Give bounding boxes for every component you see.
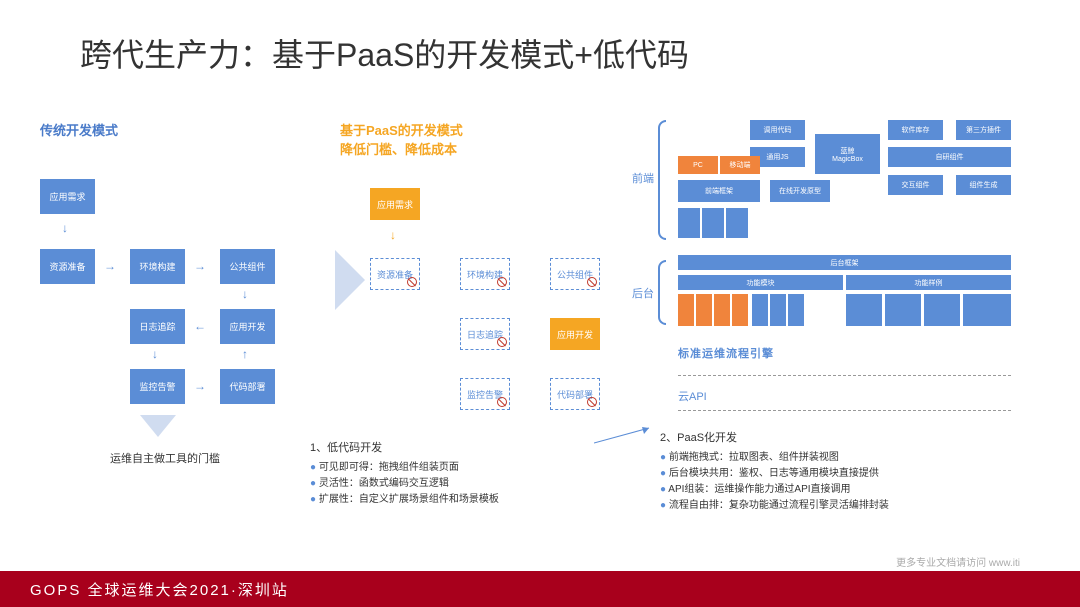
bm5: [752, 294, 768, 326]
fb-e: PC: [678, 156, 718, 174]
bm3: [714, 294, 730, 326]
box-requirement: 应用需求: [40, 179, 95, 214]
arrow-icon: ↓: [390, 228, 396, 242]
bs3: [924, 294, 960, 326]
fb-f: 移动端: [720, 156, 760, 174]
arrow-icon: ↓: [152, 347, 158, 361]
box2-comm: 公共组件: [550, 258, 600, 290]
notes-lowcode: 1、低代码开发 可见即可得：拖拽组件组装页面 灵活性：函数式编码交互逻辑 扩展性…: [310, 440, 590, 508]
sec1-caption: 运维自主做工具的门槛: [80, 450, 250, 466]
content: 传统开发模式 应用需求 资源准备 环境构建 公共组件 日志追踪 应用开发 监控告…: [40, 120, 1060, 448]
brace-icon: [658, 260, 666, 325]
fb-l: 组件生成: [956, 175, 1011, 195]
footer: GOPS 全球运维大会2021·深圳站: [0, 571, 1080, 607]
arrow-icon: ←: [194, 319, 206, 333]
note1-title: 1、低代码开发: [310, 440, 590, 458]
arrow-icon: ↑: [242, 347, 248, 361]
section-traditional: 传统开发模式 应用需求 资源准备 环境构建 公共组件 日志追踪 应用开发 监控告…: [40, 120, 310, 448]
bm7: [788, 294, 804, 326]
sec2-title: 基于PaaS的开发模式 降低门槛、降低成本: [340, 120, 620, 158]
fb-x1: [678, 208, 700, 238]
fb-c: 软件库存: [888, 120, 943, 140]
fb-g: 前端框架: [678, 180, 760, 202]
fb-x3: [726, 208, 748, 238]
bm1: [678, 294, 694, 326]
footnote: 更多专业文档请访问 www.iti: [896, 554, 1020, 569]
back-b: 功能样例: [846, 275, 1011, 290]
bs1: [846, 294, 882, 326]
forbidden-icon: [587, 277, 597, 287]
slide-title: 跨代生产力：基于PaaS的开发模式+低代码: [0, 0, 1080, 76]
box-env: 环境构建: [130, 249, 185, 284]
fb-d: 第三方插件: [956, 120, 1011, 140]
note2-l3: API组装：运维操作能力通过API直接调用: [660, 482, 1040, 498]
front-label: 前端: [632, 170, 654, 186]
bs2: [885, 294, 921, 326]
bm2: [696, 294, 712, 326]
box-monitor: 监控告警: [130, 369, 185, 404]
note2-title: 2、PaaS化开发: [660, 430, 1040, 448]
arrow-icon: →: [194, 379, 206, 393]
note2-l2: 后台模块共用：鉴权、日志等通用模块直接提供: [660, 466, 1040, 482]
back-label: 后台: [632, 285, 654, 301]
section-paas: 基于PaaS的开发模式 降低门槛、降低成本 应用需求 资源准备 环境构建 公共组…: [340, 120, 620, 448]
box-common: 公共组件: [220, 249, 275, 284]
box-code: 代码部署: [220, 369, 275, 404]
box2-mon: 监控告警: [460, 378, 510, 410]
dash-line: [678, 410, 1011, 411]
engine-label: 标准运维流程引擎: [678, 345, 774, 361]
box-appdev: 应用开发: [220, 309, 275, 344]
fb-j: 在线开发原型: [770, 180, 830, 202]
section-platform: 前端 调用代码 通用JS 软件库存 第三方插件 PC 移动端 前端框架 蓝鲸 M…: [640, 120, 1060, 448]
arrow-icon: ↓: [62, 221, 68, 235]
bm4: [732, 294, 748, 326]
connector-arrow-icon: [594, 425, 654, 445]
brace-icon: [658, 120, 666, 240]
arrow-icon: ↓: [242, 287, 248, 301]
forbidden-icon: [587, 397, 597, 407]
box2-log: 日志追踪: [460, 318, 510, 350]
dash-line: [678, 375, 1011, 376]
box2-req: 应用需求: [370, 188, 420, 220]
fb-i: 自研组件: [888, 147, 1011, 167]
forbidden-icon: [497, 337, 507, 347]
note1-l2: 灵活性：函数式编码交互逻辑: [310, 476, 590, 492]
back-a: 功能模块: [678, 275, 843, 290]
forbidden-icon: [407, 277, 417, 287]
box-resource: 资源准备: [40, 249, 95, 284]
note2-l1: 前端拖拽式：拉取图表、组件拼装视图: [660, 450, 1040, 466]
box2-env: 环境构建: [460, 258, 510, 290]
arrow-icon: →: [104, 259, 116, 273]
fb-k: 交互组件: [888, 175, 943, 195]
note2-l4: 流程自由排：复杂功能通过流程引擎灵活编排封装: [660, 498, 1040, 514]
notes-paas: 2、PaaS化开发 前端拖拽式：拉取图表、组件拼装视图 后台模块共用：鉴权、日志…: [660, 430, 1040, 514]
box2-res: 资源准备: [370, 258, 420, 290]
cloud-label: 云API: [678, 388, 707, 404]
back-title: 后台框架: [678, 255, 1011, 270]
box2-appdev: 应用开发: [550, 318, 600, 350]
note1-l1: 可见即可得：拖拽组件组装页面: [310, 460, 590, 476]
bm6: [770, 294, 786, 326]
box2-code: 代码部署: [550, 378, 600, 410]
forbidden-icon: [497, 277, 507, 287]
sec1-title: 传统开发模式: [40, 120, 310, 139]
bs4: [963, 294, 1011, 326]
down-arrow-icon: [140, 415, 176, 437]
box-log: 日志追踪: [130, 309, 185, 344]
arrow-icon: →: [194, 259, 206, 273]
fb-a: 调用代码: [750, 120, 805, 140]
note1-l3: 扩展性：自定义扩展场景组件和场景模板: [310, 492, 590, 508]
fb-x2: [702, 208, 724, 238]
forbidden-icon: [497, 397, 507, 407]
fb-h: 蓝鲸 MagicBox: [815, 134, 880, 174]
